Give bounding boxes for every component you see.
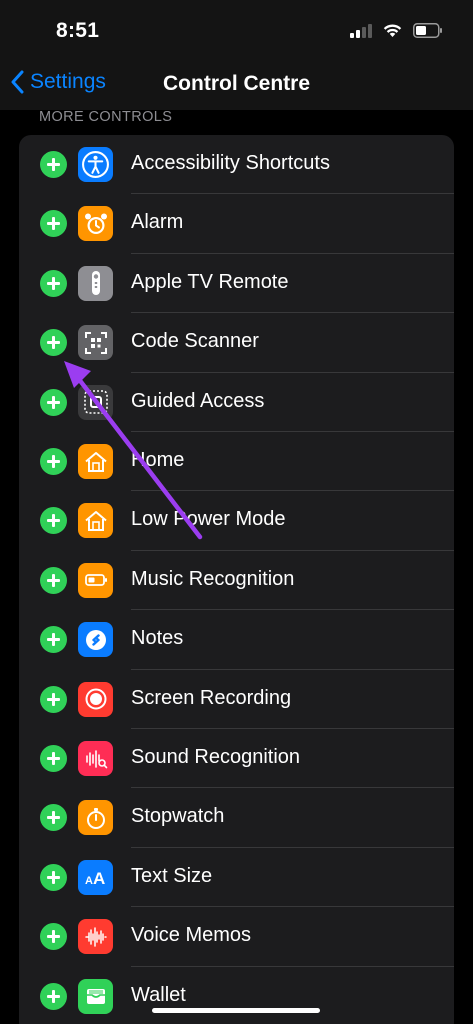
navigation-bar: Settings Control Centre <box>0 60 473 110</box>
battery-icon <box>78 562 113 598</box>
add-button[interactable] <box>40 685 67 713</box>
add-button[interactable] <box>40 566 67 594</box>
wifi-icon <box>383 24 402 37</box>
add-button[interactable] <box>40 269 67 297</box>
list-item[interactable]: Stopwatch <box>19 788 454 848</box>
list-item-label: Sound Recognition <box>131 746 301 768</box>
status-icons <box>350 22 443 38</box>
list-item-label: Accessibility Shortcuts <box>131 152 330 174</box>
add-button[interactable] <box>40 507 67 535</box>
list-item[interactable]: Low Power Mode <box>19 491 454 551</box>
list-item[interactable]: Voice Memos <box>19 907 454 967</box>
record-icon <box>78 681 113 717</box>
cellular-signal-icon <box>350 23 372 38</box>
list-item[interactable]: Alarm <box>19 194 454 254</box>
list-item-label: Voice Memos <box>131 924 252 947</box>
guided-access-icon <box>78 384 113 420</box>
tv-remote-icon <box>78 265 113 301</box>
home-icon <box>78 444 113 479</box>
more-controls-list: Accessibility Shortcuts Alarm Apple TV R… <box>19 135 454 1024</box>
list-item-label: Alarm <box>131 211 184 234</box>
section-header: MORE CONTROLS <box>39 109 173 125</box>
stopwatch-icon <box>78 800 113 836</box>
list-item[interactable]: Accessibility Shortcuts <box>19 135 454 195</box>
list-item-label: Low Power Mode <box>131 508 286 531</box>
add-button[interactable] <box>40 863 67 891</box>
sound-recognition-icon <box>78 741 113 776</box>
add-button[interactable] <box>40 923 67 951</box>
list-item-label: Guided Access <box>131 389 265 412</box>
add-button[interactable] <box>40 210 67 238</box>
list-item[interactable]: Screen Recording <box>19 670 454 729</box>
battery-icon <box>413 22 442 38</box>
list-item-label: Stopwatch <box>131 805 225 828</box>
list-item[interactable]: Notes <box>19 610 454 670</box>
list-item-label: Notes <box>131 627 184 650</box>
status-bar: 8:51 <box>0 0 473 60</box>
add-button[interactable] <box>40 151 67 178</box>
alarm-clock-icon <box>78 206 113 242</box>
list-item[interactable]: Wallet <box>19 967 454 1024</box>
add-button[interactable] <box>40 448 67 475</box>
add-button[interactable] <box>40 388 67 416</box>
list-item-label: Text Size <box>131 864 213 887</box>
home-icon <box>78 503 113 539</box>
shazam-icon <box>78 622 113 658</box>
add-button[interactable] <box>40 745 67 772</box>
accessibility-icon <box>78 147 113 182</box>
wallet-icon <box>78 978 113 1014</box>
text-size-icon: AA <box>78 859 113 895</box>
list-item[interactable]: Apple TV Remote <box>19 254 454 314</box>
qr-code-icon <box>78 325 113 361</box>
list-item[interactable]: Home <box>19 432 454 492</box>
waveform-icon <box>78 919 113 955</box>
list-item[interactable]: Guided Access <box>19 373 454 432</box>
list-item[interactable]: Music Recognition <box>19 551 454 611</box>
list-item[interactable]: Sound Recognition <box>19 729 454 789</box>
add-button[interactable] <box>40 982 67 1010</box>
list-item[interactable]: Code Scanner <box>19 313 454 373</box>
home-indicator <box>152 1008 320 1013</box>
add-button[interactable] <box>40 329 67 357</box>
add-button[interactable] <box>40 626 67 654</box>
list-item-label: Music Recognition <box>131 567 295 590</box>
add-button[interactable] <box>40 804 67 832</box>
list-item[interactable]: AA Text Size <box>19 848 454 908</box>
svg-text:A: A <box>93 869 105 888</box>
list-item-label: Wallet <box>131 983 186 1006</box>
status-time: 8:51 <box>56 19 100 42</box>
list-item-label: Apple TV Remote <box>131 270 289 293</box>
page-title: Control Centre <box>163 72 310 95</box>
list-item-label: Code Scanner <box>131 330 259 353</box>
list-item-label: Screen Recording <box>131 686 292 709</box>
list-item-label: Home <box>131 449 185 471</box>
svg-text:A: A <box>85 875 93 887</box>
